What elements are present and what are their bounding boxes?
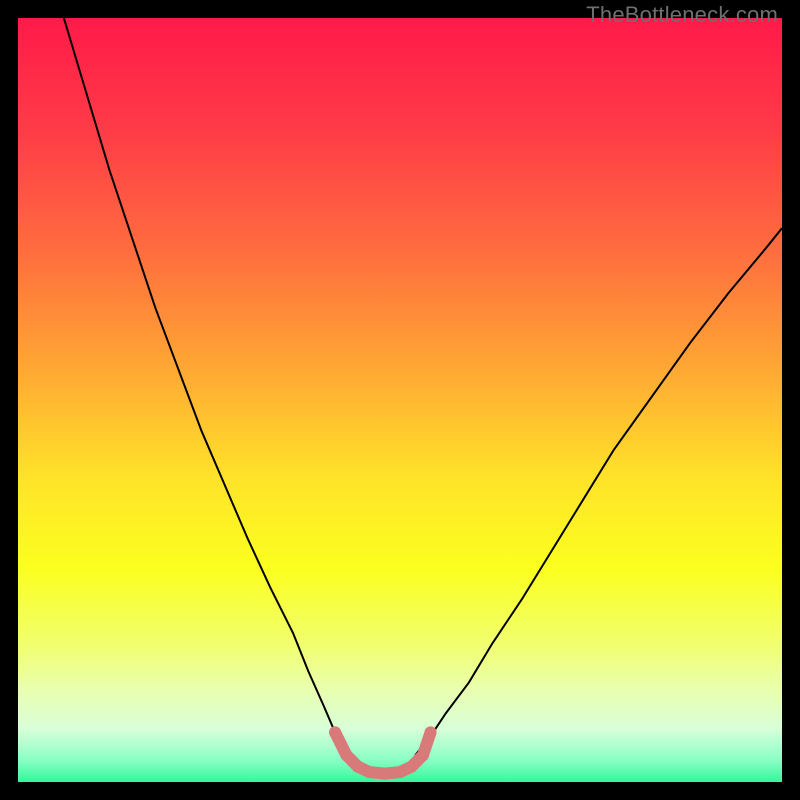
marker-bead <box>417 749 429 761</box>
marker-bead <box>379 768 391 780</box>
chart-frame: TheBottleneck.com <box>0 0 800 800</box>
chart-background <box>18 18 782 782</box>
marker-bead <box>405 761 417 773</box>
marker-bead <box>352 761 364 773</box>
marker-bead <box>363 766 375 778</box>
watermark-text: TheBottleneck.com <box>586 2 778 28</box>
marker-bead <box>425 726 437 738</box>
plot-area <box>18 18 782 782</box>
marker-bead <box>341 749 353 761</box>
chart-canvas <box>18 18 782 782</box>
marker-bead <box>329 726 341 738</box>
marker-bead <box>394 766 406 778</box>
